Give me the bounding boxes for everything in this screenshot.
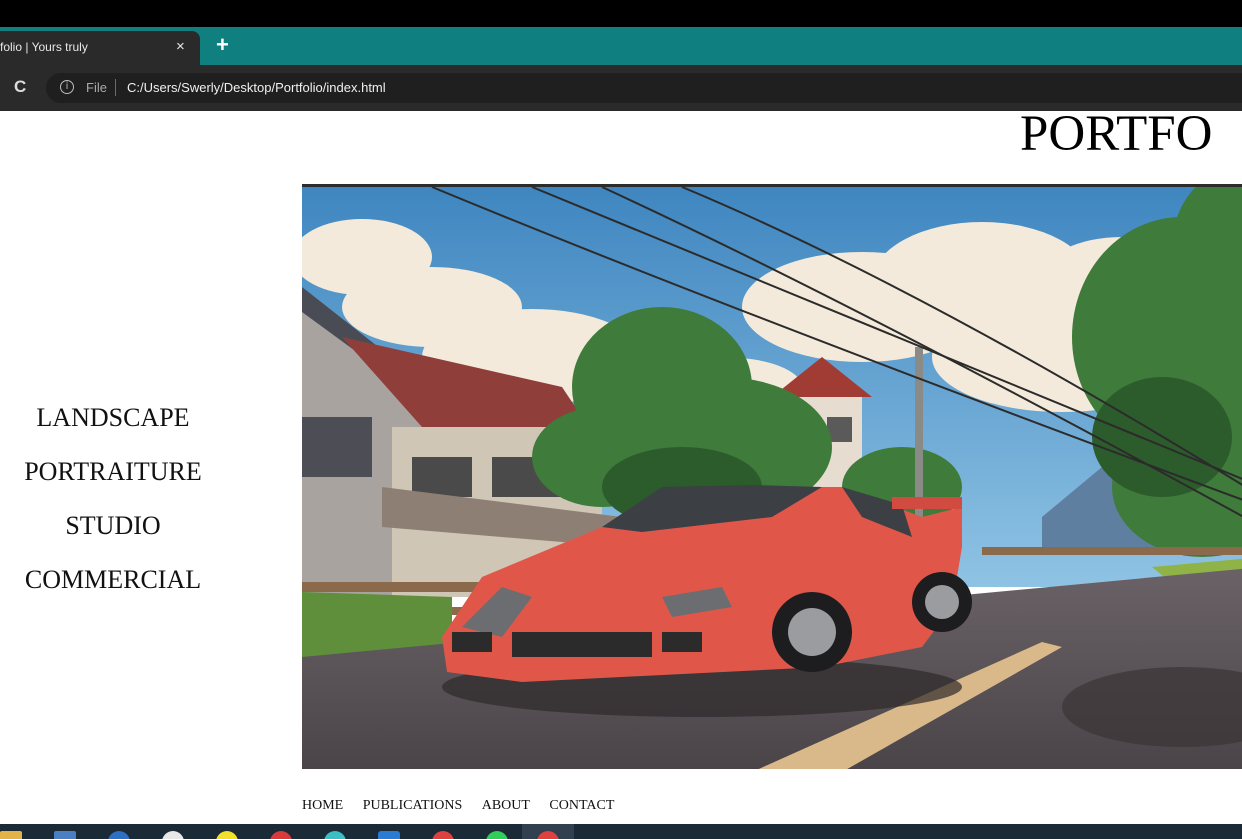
side-nav-landscape[interactable]: LANDSCAPE (0, 396, 226, 450)
browser-toolbar: C i File C:/Users/Swerly/Desktop/Portfol… (0, 65, 1242, 111)
screen-top-band (0, 0, 1242, 27)
address-separator (115, 79, 116, 96)
app-icon-blue[interactable] (108, 831, 130, 839)
nav-contact[interactable]: CONTACT (549, 798, 614, 813)
tab-strip: folio | Yours truly × + (0, 27, 1242, 65)
new-tab-button[interactable]: + (216, 33, 229, 57)
network-icon[interactable] (54, 831, 76, 839)
close-tab-icon[interactable]: × (176, 37, 185, 57)
side-nav-commercial[interactable]: COMMERCIAL (0, 558, 226, 612)
app-icon-white[interactable] (162, 831, 184, 839)
tab-title: folio | Yours truly (0, 40, 88, 54)
nav-publications[interactable]: PUBLICATIONS (363, 798, 463, 813)
anime-street-car-illustration (302, 187, 1242, 769)
app-icon-red-2[interactable] (432, 831, 454, 839)
info-icon[interactable]: i (60, 80, 74, 94)
reload-icon[interactable]: C (14, 77, 26, 97)
url-text[interactable]: C:/Users/Swerly/Desktop/Portfolio/index.… (127, 80, 386, 95)
side-nav: LANDSCAPE PORTRAITURE STUDIO COMMERCIAL (0, 396, 226, 612)
url-scheme-label: File (86, 80, 107, 95)
file-explorer-icon[interactable] (0, 831, 22, 839)
bottom-nav: HOME PUBLICATIONS ABOUT CONTACT (302, 796, 629, 816)
address-bar[interactable]: i File C:/Users/Swerly/Desktop/Portfolio… (46, 73, 1242, 103)
app-icon-red[interactable] (270, 831, 292, 839)
app-icon-green[interactable] (486, 831, 508, 839)
side-nav-portraiture[interactable]: PORTRAITURE (0, 450, 226, 504)
nav-home[interactable]: HOME (302, 798, 343, 813)
app-icon-yellow[interactable] (216, 831, 238, 839)
page-title: PORTFO (1020, 111, 1213, 162)
page-viewport: PORTFO LANDSCAPE PORTRAITURE STUDIO COMM… (0, 111, 1242, 824)
app-icon-teal[interactable] (324, 831, 346, 839)
side-nav-studio[interactable]: STUDIO (0, 504, 226, 558)
vscode-icon[interactable] (378, 831, 400, 839)
hero-image (302, 184, 1242, 769)
browser-tab[interactable]: folio | Yours truly × (0, 31, 200, 65)
nav-about[interactable]: ABOUT (482, 798, 530, 813)
os-taskbar (0, 824, 1242, 839)
